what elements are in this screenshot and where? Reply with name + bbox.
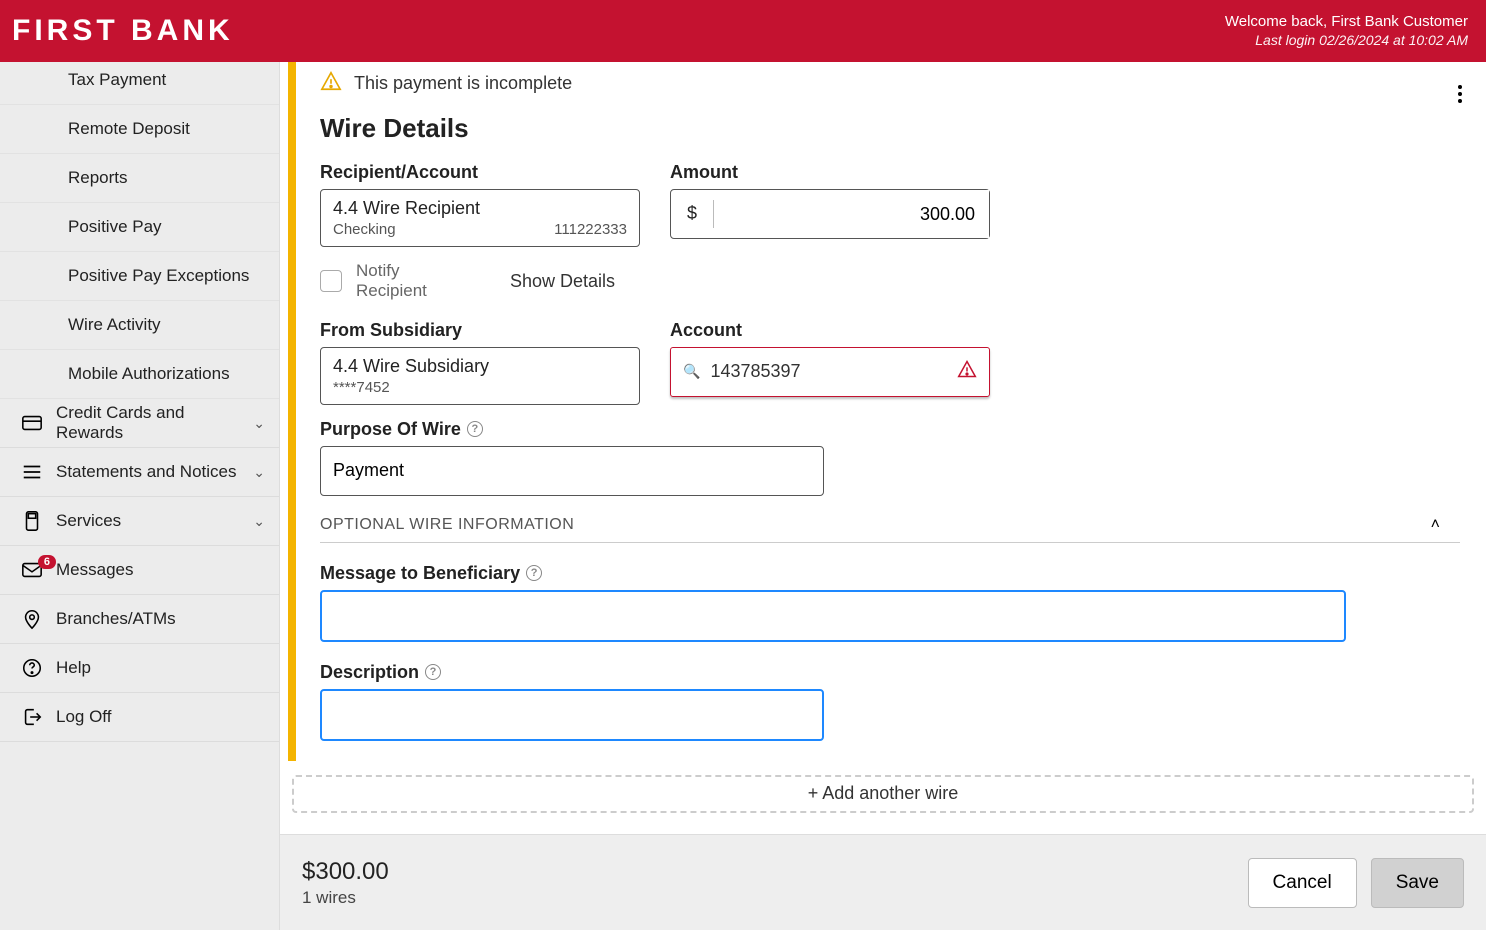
description-input[interactable]: [320, 689, 824, 741]
chevron-down-icon: ⌄: [253, 415, 265, 432]
recipient-name: 4.4 Wire Recipient: [333, 198, 627, 219]
bank-logo: FIRST BANK: [12, 14, 234, 48]
sidebar-item-label: Help: [50, 658, 265, 678]
recipient-label: Recipient/Account: [320, 162, 640, 183]
chevron-up-icon: ˄: [1431, 516, 1440, 534]
msg-label-text: Message to Beneficiary: [320, 563, 520, 584]
sidebar-item-remote-deposit[interactable]: Remote Deposit: [0, 105, 279, 154]
sidebar-item-label: Wire Activity: [68, 315, 161, 335]
sidebar-item-messages[interactable]: 6 Messages: [0, 546, 279, 595]
device-icon: [14, 510, 50, 532]
sidebar-item-label: Positive Pay: [68, 217, 162, 237]
sidebar-item-positive-pay[interactable]: Positive Pay: [0, 203, 279, 252]
desc-label-text: Description: [320, 662, 419, 683]
messages-badge: 6: [38, 555, 56, 569]
purpose-label: Purpose Of Wire ?: [320, 419, 1478, 440]
help-icon[interactable]: ?: [526, 565, 542, 581]
sidebar-item-label: Credit Cards and Rewards: [50, 403, 253, 443]
wire-count: 1 wires: [302, 888, 389, 908]
sidebar-item-tax-payment[interactable]: Tax Payment: [0, 62, 279, 105]
sidebar-item-statements[interactable]: Statements and Notices ⌄: [0, 448, 279, 497]
more-actions-button[interactable]: [1458, 82, 1462, 106]
section-title: Wire Details: [320, 113, 1478, 144]
chevron-down-icon: ⌄: [253, 513, 265, 530]
currency-symbol: $: [671, 200, 714, 229]
sidebar-item-label: Tax Payment: [68, 70, 166, 90]
sidebar-item-logoff[interactable]: Log Off: [0, 693, 279, 742]
from-subsidiary-label: From Subsidiary: [320, 320, 640, 341]
account-label: Account: [670, 320, 990, 341]
sidebar-item-label: Messages: [50, 560, 265, 580]
show-details-link[interactable]: Show Details: [510, 271, 615, 292]
account-input[interactable]: [710, 361, 957, 382]
sidebar-item-services[interactable]: Services ⌄: [0, 497, 279, 546]
sidebar-item-label: Reports: [68, 168, 128, 188]
optional-section-title: OPTIONAL WIRE INFORMATION: [320, 516, 574, 534]
sidebar-item-label: Positive Pay Exceptions: [68, 266, 249, 286]
notify-recipient-label: Notify Recipient: [356, 261, 436, 302]
last-login-text: Last login 02/26/2024 at 10:02 AM: [1225, 32, 1468, 50]
warning-icon: [320, 70, 342, 97]
menu-icon: [14, 461, 50, 483]
save-button[interactable]: Save: [1371, 858, 1464, 908]
description-label: Description ?: [320, 662, 1478, 683]
sidebar-item-label: Remote Deposit: [68, 119, 190, 139]
recipient-select[interactable]: 4.4 Wire Recipient Checking 111222333: [320, 189, 640, 247]
sidebar-item-label: Branches/ATMs: [50, 609, 265, 629]
subsidiary-name: 4.4 Wire Subsidiary: [333, 356, 627, 377]
sidebar-item-wire-activity[interactable]: Wire Activity: [0, 301, 279, 350]
mail-icon: 6: [14, 559, 50, 581]
wire-card: This payment is incomplete Wire Details …: [288, 62, 1478, 761]
optional-section-toggle[interactable]: OPTIONAL WIRE INFORMATION ˄: [320, 504, 1460, 543]
subsidiary-mask: ****7452: [333, 379, 390, 396]
sidebar-item-mobile-authorizations[interactable]: Mobile Authorizations: [0, 350, 279, 399]
purpose-value: Payment: [333, 460, 404, 481]
purpose-input[interactable]: Payment: [320, 446, 824, 496]
notify-recipient-checkbox[interactable]: [320, 270, 342, 292]
sidebar-item-help[interactable]: Help: [0, 644, 279, 693]
welcome-block: Welcome back, First Bank Customer Last l…: [1225, 13, 1468, 49]
warning-text: This payment is incomplete: [354, 73, 572, 94]
sidebar-item-label: Statements and Notices: [50, 462, 253, 482]
error-icon: [957, 359, 977, 384]
from-subsidiary-select[interactable]: 4.4 Wire Subsidiary ****7452: [320, 347, 640, 405]
sidebar-item-branches[interactable]: Branches/ATMs: [0, 595, 279, 644]
footer-bar: $300.00 1 wires Cancel Save: [280, 834, 1486, 930]
message-to-beneficiary-label: Message to Beneficiary ?: [320, 563, 1478, 584]
add-another-wire-button[interactable]: + Add another wire: [292, 775, 1474, 813]
welcome-text: Welcome back, First Bank Customer: [1225, 13, 1468, 32]
sidebar: Tax Payment Remote Deposit Reports Posit…: [0, 62, 280, 930]
recipient-account-number: 111222333: [554, 221, 627, 238]
sidebar-item-reports[interactable]: Reports: [0, 154, 279, 203]
amount-input[interactable]: [714, 190, 989, 238]
help-icon: [14, 657, 50, 679]
help-icon[interactable]: ?: [425, 664, 441, 680]
sidebar-item-label: Services: [50, 511, 253, 531]
app-header: FIRST BANK Welcome back, First Bank Cust…: [0, 0, 1486, 62]
cancel-button[interactable]: Cancel: [1248, 858, 1357, 908]
amount-input-wrapper: $: [670, 189, 990, 239]
sidebar-item-label: Log Off: [50, 707, 265, 727]
purpose-label-text: Purpose Of Wire: [320, 419, 461, 440]
search-icon: 🔍: [683, 363, 700, 380]
pin-icon: [14, 608, 50, 630]
recipient-account-type: Checking: [333, 221, 396, 238]
sidebar-item-credit-cards[interactable]: Credit Cards and Rewards ⌄: [0, 399, 279, 448]
message-to-beneficiary-input[interactable]: [320, 590, 1346, 642]
help-icon[interactable]: ?: [467, 421, 483, 437]
sidebar-item-positive-pay-exceptions[interactable]: Positive Pay Exceptions: [0, 252, 279, 301]
logout-icon: [14, 706, 50, 728]
sidebar-item-label: Mobile Authorizations: [68, 364, 230, 384]
main-panel: This payment is incomplete Wire Details …: [280, 62, 1486, 930]
amount-label: Amount: [670, 162, 990, 183]
total-amount: $300.00: [302, 858, 389, 886]
account-search-field[interactable]: 🔍: [670, 347, 990, 397]
card-icon: [14, 412, 50, 434]
chevron-down-icon: ⌄: [253, 464, 265, 481]
